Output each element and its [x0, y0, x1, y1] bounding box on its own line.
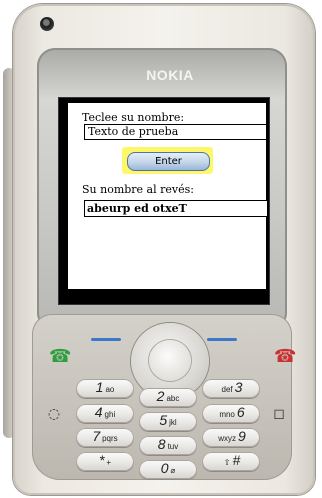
- key-3[interactable]: def 3: [202, 379, 260, 398]
- call-icon[interactable]: ☎: [49, 346, 71, 367]
- reversed-name-label: Su nombre al revés:: [82, 183, 194, 196]
- key-4[interactable]: 4 ghi: [76, 404, 134, 423]
- enter-button[interactable]: Enter: [127, 152, 210, 171]
- name-prompt-label: Teclee su nombre:: [82, 111, 185, 124]
- navigation-center-button[interactable]: [149, 340, 191, 381]
- left-softkey[interactable]: [91, 338, 121, 341]
- phone-screenshot: NOKIA Teclee su nombre: Texto de prueba …: [0, 0, 322, 498]
- right-softkey[interactable]: [207, 338, 237, 341]
- key-0[interactable]: 0 ⌀: [139, 460, 197, 479]
- key-1[interactable]: 1 ao: [76, 379, 134, 398]
- clear-side-icon[interactable]: ◌: [45, 405, 63, 423]
- name-input[interactable]: Texto de prueba: [84, 124, 267, 140]
- key-5[interactable]: 5 jkl: [139, 412, 197, 431]
- key-2[interactable]: 2 abc: [139, 388, 197, 407]
- camera-icon: [40, 17, 54, 31]
- end-call-icon[interactable]: ☎: [274, 346, 296, 367]
- reversed-name-output: abeurp ed otxeT: [84, 200, 268, 217]
- brand-logo: NOKIA: [146, 67, 194, 83]
- key-star[interactable]: * +: [76, 452, 134, 471]
- key-6[interactable]: mno 6: [202, 404, 260, 423]
- menu-side-icon[interactable]: ◻: [270, 405, 288, 423]
- key-9[interactable]: wxyz 9: [202, 428, 260, 447]
- key-7[interactable]: 7 pqrs: [76, 428, 134, 447]
- key-8[interactable]: 8 tuv: [139, 436, 197, 455]
- key-hash[interactable]: ⇧ #: [202, 452, 260, 471]
